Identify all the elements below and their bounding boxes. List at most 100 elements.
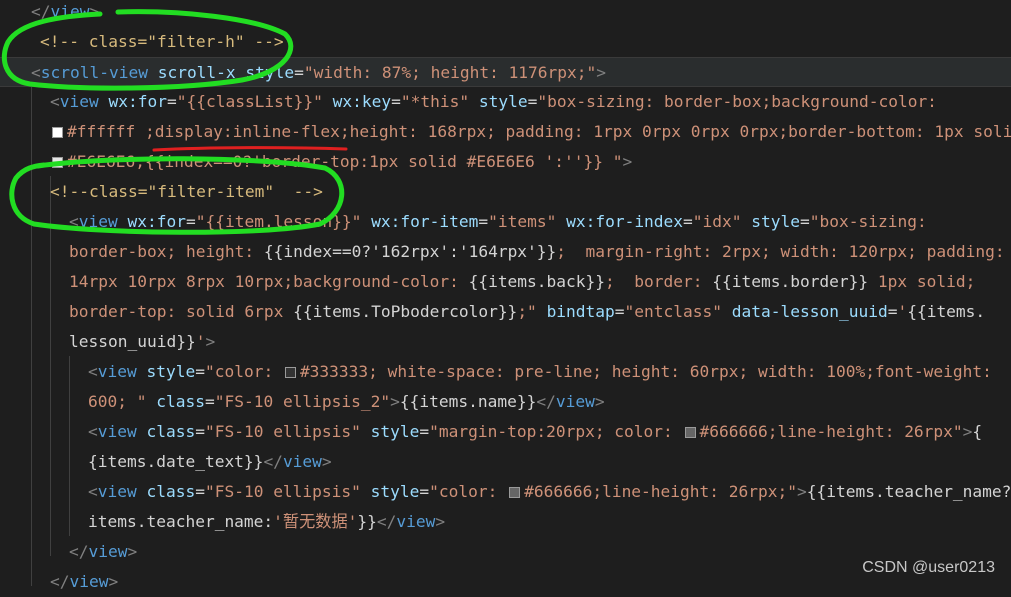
string-token: 1px solid; bbox=[868, 272, 976, 291]
string-token: #666666;line-height: 26rpx" bbox=[699, 422, 963, 441]
string-token: "{{classList}}" bbox=[176, 92, 323, 111]
punctuation-token: > bbox=[622, 152, 633, 171]
punctuation-token: > bbox=[435, 512, 446, 531]
attribute-token: style bbox=[245, 63, 295, 82]
string-token: #333333; white-space: pre-line; height: … bbox=[299, 362, 992, 381]
code-line: #E6E6E6;{{index==0?'border-top:1px solid… bbox=[0, 147, 1011, 177]
text-token: = bbox=[683, 212, 693, 231]
code-line: 14rpx 10rpx 8rpx 10rpx;background-color:… bbox=[0, 267, 1011, 297]
code-line: border-box; height: {{index==0?'162rpx':… bbox=[0, 237, 1011, 267]
attribute-token: class bbox=[156, 392, 205, 411]
string-token: border-top: solid 6rpx bbox=[69, 302, 294, 321]
text-token: {{items.back}} bbox=[468, 272, 606, 291]
color-swatch-icon bbox=[284, 367, 296, 378]
string-token: "width: 87%; height: 1176rpx;" bbox=[303, 63, 597, 82]
string-token: "color: bbox=[429, 482, 508, 501]
tag-token: view bbox=[97, 482, 137, 501]
text-token: { bbox=[972, 422, 983, 441]
string-token: "items" bbox=[488, 212, 557, 231]
attribute-token: wx:key bbox=[332, 92, 392, 111]
punctuation-token: </ bbox=[376, 512, 397, 531]
string-token: "FS-10 ellipsis_2" bbox=[214, 392, 391, 411]
tag-token: view bbox=[88, 542, 128, 561]
punctuation-token: > bbox=[127, 542, 138, 561]
punctuation-token: > bbox=[797, 482, 807, 501]
code-line: <view wx:for="{{item.lesson}}" wx:for-it… bbox=[0, 207, 1011, 237]
tag-token: view bbox=[78, 212, 118, 231]
text-token: = bbox=[294, 63, 304, 82]
string-token: "idx" bbox=[692, 212, 742, 231]
punctuation-token: < bbox=[88, 362, 98, 381]
punctuation-token: < bbox=[31, 63, 41, 82]
color-swatch-icon bbox=[684, 427, 696, 438]
punctuation-token: </ bbox=[263, 452, 283, 471]
color-swatch-icon bbox=[52, 127, 63, 138]
text-token: = bbox=[800, 212, 810, 231]
string-token: #E6E6E6;{{index==0?'border-top:1px solid… bbox=[67, 152, 623, 171]
text-token: {{items.teacher_name? bbox=[806, 482, 1011, 501]
string-token: 14rpx 10rpx 8rpx 10rpx;background-color: bbox=[69, 272, 469, 291]
string-token: "FS-10 ellipsis" bbox=[204, 422, 361, 441]
punctuation-token: < bbox=[88, 422, 98, 441]
text-token: {{items. bbox=[907, 302, 986, 321]
tag-token: view bbox=[555, 392, 595, 411]
code-line: border-top: solid 6rpx {{items.ToPboderc… bbox=[0, 297, 1011, 327]
tag-token: view bbox=[97, 362, 137, 381]
punctuation-token: < bbox=[88, 482, 98, 501]
tag-token: view bbox=[396, 512, 436, 531]
watermark: CSDN @user0213 bbox=[862, 559, 995, 576]
text-token: {items.date_text}} bbox=[88, 452, 264, 471]
punctuation-token: > bbox=[390, 392, 400, 411]
code-line: </view> bbox=[0, 0, 1011, 27]
punctuation-token: > bbox=[596, 63, 607, 82]
attribute-token: wx:for-index bbox=[566, 212, 684, 231]
string-token: #666666;line-height: 26rpx;" bbox=[524, 482, 797, 501]
string-token: "box-sizing: border-box;background-color… bbox=[537, 92, 937, 111]
text-token: = bbox=[185, 212, 196, 231]
text-token: {{items.border}} bbox=[712, 272, 869, 291]
punctuation-token: > bbox=[962, 422, 973, 441]
comment-token: <!-- class="filter-h" --> bbox=[40, 32, 284, 51]
punctuation-token: </ bbox=[69, 542, 89, 561]
attribute-token: wx:for-item bbox=[371, 212, 479, 231]
text-token: = bbox=[614, 302, 625, 321]
punctuation-token: </ bbox=[536, 392, 556, 411]
text-token: = bbox=[195, 422, 205, 441]
string-token: "margin-top:20rpx; color: bbox=[429, 422, 683, 441]
attribute-token: style bbox=[370, 422, 420, 441]
string-token: ; border: bbox=[605, 272, 713, 291]
tag-token: view bbox=[50, 2, 90, 21]
text-token: {{items.ToPbodercolor}} bbox=[293, 302, 518, 321]
attribute-token: bindtap bbox=[546, 302, 615, 321]
string-token: "entclass" bbox=[624, 302, 723, 321]
tag-token: view bbox=[97, 422, 137, 441]
string-token: "{{item.lesson}}" bbox=[195, 212, 362, 231]
color-swatch-icon bbox=[509, 487, 521, 498]
attribute-token: wx:for bbox=[127, 212, 186, 231]
punctuation-token: > bbox=[594, 392, 605, 411]
code-line: <view class="FS-10 ellipsis" style="colo… bbox=[0, 477, 1011, 507]
text-token: = bbox=[166, 92, 177, 111]
attribute-token: scroll-x bbox=[157, 63, 236, 82]
code-line: items.teacher_name:'暂无数据'}}</view> bbox=[0, 507, 1011, 537]
code-editor[interactable]: </view> <!-- class="filter-h" --> <scrol… bbox=[0, 0, 1011, 591]
string-token: "color: bbox=[204, 362, 283, 381]
attribute-token: data-lesson_uuid bbox=[731, 302, 888, 321]
attribute-token: class bbox=[146, 482, 196, 501]
tag-token: view bbox=[69, 572, 109, 591]
string-token: ' bbox=[897, 302, 908, 321]
code-line: <!-- class="filter-h" --> bbox=[0, 27, 1011, 57]
code-line: <view wx:for="{{classList}}" wx:key="*th… bbox=[0, 87, 1011, 117]
attribute-token: style bbox=[370, 482, 420, 501]
